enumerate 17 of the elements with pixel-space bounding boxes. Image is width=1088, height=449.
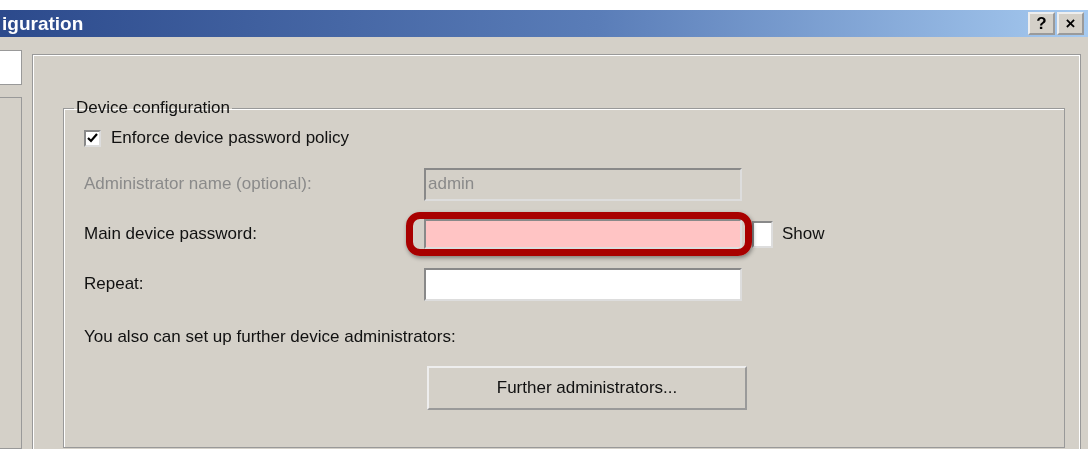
input-field[interactable] <box>424 267 742 301</box>
field-label: Repeat: <box>84 274 145 294</box>
input-field[interactable] <box>424 219 742 249</box>
window-title: iguration <box>2 12 84 35</box>
sidebar-item[interactable] <box>0 97 22 449</box>
checkbox-label: Enforce device password policy <box>111 128 350 148</box>
field-label: Administrator name (optional): <box>84 174 313 194</box>
checkbox-label: Show <box>782 224 825 244</box>
further-administrators-button[interactable]: Further administrators... <box>427 366 747 410</box>
group-title: Device configuration <box>75 98 232 118</box>
info-text: You also can set up further device administrators: <box>84 327 457 347</box>
field-label: Main device password: <box>84 224 258 244</box>
checkbox[interactable] <box>752 220 773 248</box>
close-button[interactable]: × <box>1057 12 1084 35</box>
checkbox[interactable] <box>84 129 101 147</box>
sidebar-item[interactable] <box>0 50 22 85</box>
help-button[interactable]: ? <box>1028 12 1055 35</box>
